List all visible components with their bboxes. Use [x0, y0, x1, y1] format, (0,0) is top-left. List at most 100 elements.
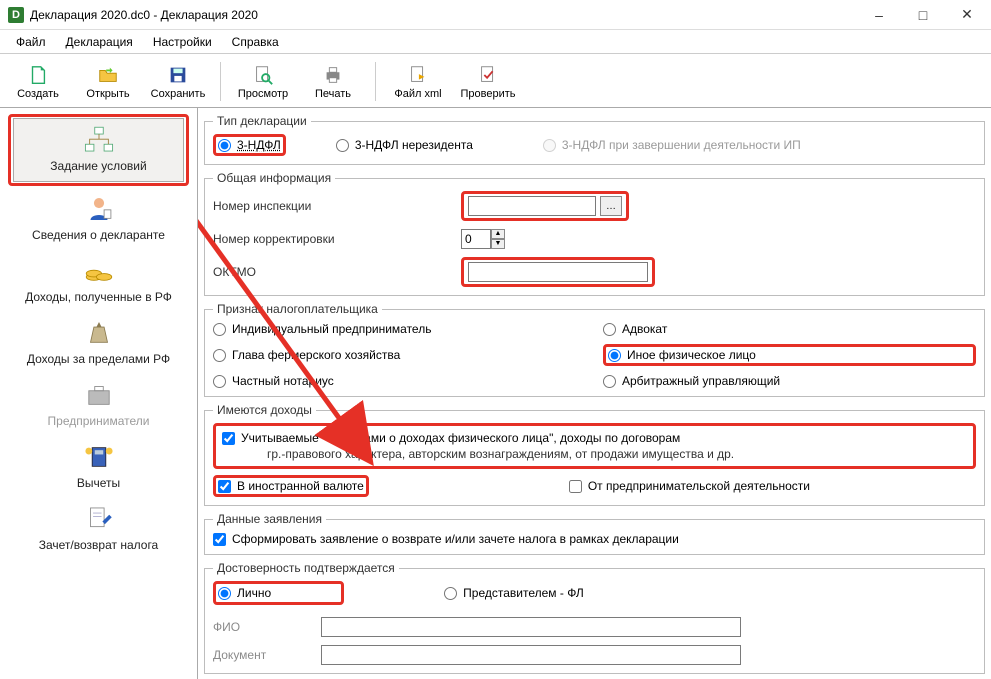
toolbar-open[interactable]: Открыть: [74, 56, 142, 107]
radio-arbitr[interactable]: Арбитражный управляющий: [603, 374, 976, 388]
toolbar-file-xml[interactable]: Файл xml: [384, 56, 452, 107]
new-file-icon: [27, 64, 49, 86]
group-declaration-type: Тип декларации 3-НДФЛ 3-НДФЛ нерезидента…: [204, 114, 985, 165]
sidebar-item-income-rf[interactable]: Доходы, полученные в РФ: [2, 250, 195, 312]
maximize-button[interactable]: □: [901, 0, 945, 30]
check-spravki-label: Учитываемые "справками о доходах физичес…: [241, 430, 734, 462]
radio-representative-input[interactable]: [444, 587, 457, 600]
check-foreign-currency[interactable]: В иностранной валюте: [218, 479, 364, 493]
document-pen-icon: [82, 504, 116, 534]
check-spravki-input[interactable]: [222, 432, 235, 445]
radio-notary[interactable]: Частный нотариус: [213, 374, 583, 388]
radio-farmer-input[interactable]: [213, 349, 226, 362]
radio-farmer-label: Глава фермерского хозяйства: [232, 348, 400, 362]
save-icon: [167, 64, 189, 86]
radio-personally-input[interactable]: [218, 587, 231, 600]
open-folder-icon: [97, 64, 119, 86]
print-icon: [322, 64, 344, 86]
legend-general-info: Общая информация: [213, 171, 335, 185]
radio-arbitr-input[interactable]: [603, 375, 616, 388]
sidebar-item-label: Зачет/возврат налога: [39, 538, 158, 552]
check-entrepr-input[interactable]: [569, 480, 582, 493]
check-entrepr-label: От предпринимательской деятельности: [588, 479, 810, 493]
input-oktmo[interactable]: [468, 262, 648, 282]
sidebar-item-label: Доходы за пределами РФ: [27, 352, 170, 366]
group-general-info: Общая информация Номер инспекции … Номер…: [204, 171, 985, 296]
radio-farmer[interactable]: Глава фермерского хозяйства: [213, 348, 583, 362]
briefcase-icon: [82, 380, 116, 410]
radio-ip-input[interactable]: [213, 323, 226, 336]
group-confirmation: Достоверность подтверждается Лично Предс…: [204, 561, 985, 674]
radio-3ndfl-label: 3-НДФЛ: [237, 138, 281, 152]
radio-other-person[interactable]: Иное физическое лицо: [608, 348, 971, 362]
toolbar-file-xml-label: Файл xml: [394, 88, 441, 100]
radio-notary-input[interactable]: [213, 375, 226, 388]
toolbar-preview[interactable]: Просмотр: [229, 56, 297, 107]
label-inspection: Номер инспекции: [213, 199, 453, 213]
radio-personally[interactable]: Лично: [218, 586, 271, 600]
toolbar-create[interactable]: Создать: [4, 56, 72, 107]
radio-representative-label: Представителем - ФЛ: [463, 586, 584, 600]
check-entrepreneurial[interactable]: От предпринимательской деятельности: [569, 479, 810, 493]
radio-advokat[interactable]: Адвокат: [603, 322, 976, 336]
menu-settings[interactable]: Настройки: [143, 32, 222, 52]
label-fio: ФИО: [213, 620, 313, 634]
check-form-application[interactable]: Сформировать заявление о возврате и/или …: [213, 532, 976, 546]
radio-3ndfl-input[interactable]: [218, 139, 231, 152]
toolbar-save[interactable]: Сохранить: [144, 56, 212, 107]
button-inspection-browse[interactable]: …: [600, 196, 622, 216]
radio-representative[interactable]: Представителем - ФЛ: [444, 586, 584, 600]
close-button[interactable]: ✕: [945, 0, 989, 30]
toolbar-print[interactable]: Печать: [299, 56, 367, 107]
input-document: [321, 645, 741, 665]
legend-taxpayer-type: Признак налогоплательщика: [213, 302, 382, 316]
radio-3ndfl-ip-close-input[interactable]: [543, 139, 556, 152]
minimize-button[interactable]: –: [857, 0, 901, 30]
radio-3ndfl-nonresident-input[interactable]: [336, 139, 349, 152]
spinner-up[interactable]: ▲: [491, 229, 505, 239]
radio-3ndfl-nonresident[interactable]: 3-НДФЛ нерезидента: [336, 138, 473, 152]
check-form-application-input[interactable]: [213, 533, 226, 546]
check-form-application-label: Сформировать заявление о возврате и/или …: [232, 532, 679, 546]
window-title: Декларация 2020.dc0 - Декларация 2020: [30, 8, 857, 22]
input-correction[interactable]: [461, 229, 491, 249]
radio-3ndfl-ip-close-label: 3-НДФЛ при завершении деятельности ИП: [562, 138, 801, 152]
sidebar-item-label: Задание условий: [50, 159, 146, 173]
check-spravki[interactable]: Учитываемые "справками о доходах физичес…: [222, 430, 967, 462]
calculator-icon: [82, 442, 116, 472]
radio-3ndfl-nonresident-label: 3-НДФЛ нерезидента: [355, 138, 473, 152]
radio-3ndfl[interactable]: 3-НДФЛ: [218, 138, 281, 152]
toolbar-check-label: Проверить: [460, 88, 515, 100]
legend-declaration-type: Тип декларации: [213, 114, 311, 128]
sidebar-item-declarant[interactable]: Сведения о декларанте: [2, 188, 195, 250]
menu-help[interactable]: Справка: [222, 32, 289, 52]
menubar: Файл Декларация Настройки Справка: [0, 30, 991, 54]
label-oktmo: ОКТМО: [213, 265, 453, 279]
sidebar-item-entrepreneurs[interactable]: Предприниматели: [2, 374, 195, 436]
toolbar-preview-label: Просмотр: [238, 88, 288, 100]
input-inspection[interactable]: [468, 196, 596, 216]
radio-other-person-input[interactable]: [608, 349, 621, 362]
spinner-down[interactable]: ▼: [491, 239, 505, 249]
radio-arbitr-label: Арбитражный управляющий: [622, 374, 780, 388]
toolbar-check[interactable]: Проверить: [454, 56, 522, 107]
check-spravki-line2: гр.-правового характера, авторским возна…: [241, 447, 734, 461]
sidebar-item-offset-refund[interactable]: Зачет/возврат налога: [2, 498, 195, 560]
legend-confirmation: Достоверность подтверждается: [213, 561, 399, 575]
check-foreign-input[interactable]: [218, 480, 231, 493]
person-icon: [82, 194, 116, 224]
money-bag-icon: [82, 318, 116, 348]
radio-notary-label: Частный нотариус: [232, 374, 334, 388]
sidebar-item-label: Доходы, полученные в РФ: [25, 290, 172, 304]
sidebar-item-conditions[interactable]: Задание условий: [13, 118, 184, 182]
radio-ip[interactable]: Индивидуальный предприниматель: [213, 322, 583, 336]
menu-file[interactable]: Файл: [6, 32, 56, 52]
toolbar-open-label: Открыть: [86, 88, 129, 100]
form-content: Тип декларации 3-НДФЛ 3-НДФЛ нерезидента…: [198, 108, 991, 679]
sidebar-item-deductions[interactable]: Вычеты: [2, 436, 195, 498]
spinner-correction[interactable]: ▲ ▼: [461, 229, 505, 249]
menu-declaration[interactable]: Декларация: [56, 32, 143, 52]
radio-advokat-input[interactable]: [603, 323, 616, 336]
radio-3ndfl-ip-close[interactable]: 3-НДФЛ при завершении деятельности ИП: [543, 138, 801, 152]
sidebar-item-income-abroad[interactable]: Доходы за пределами РФ: [2, 312, 195, 374]
